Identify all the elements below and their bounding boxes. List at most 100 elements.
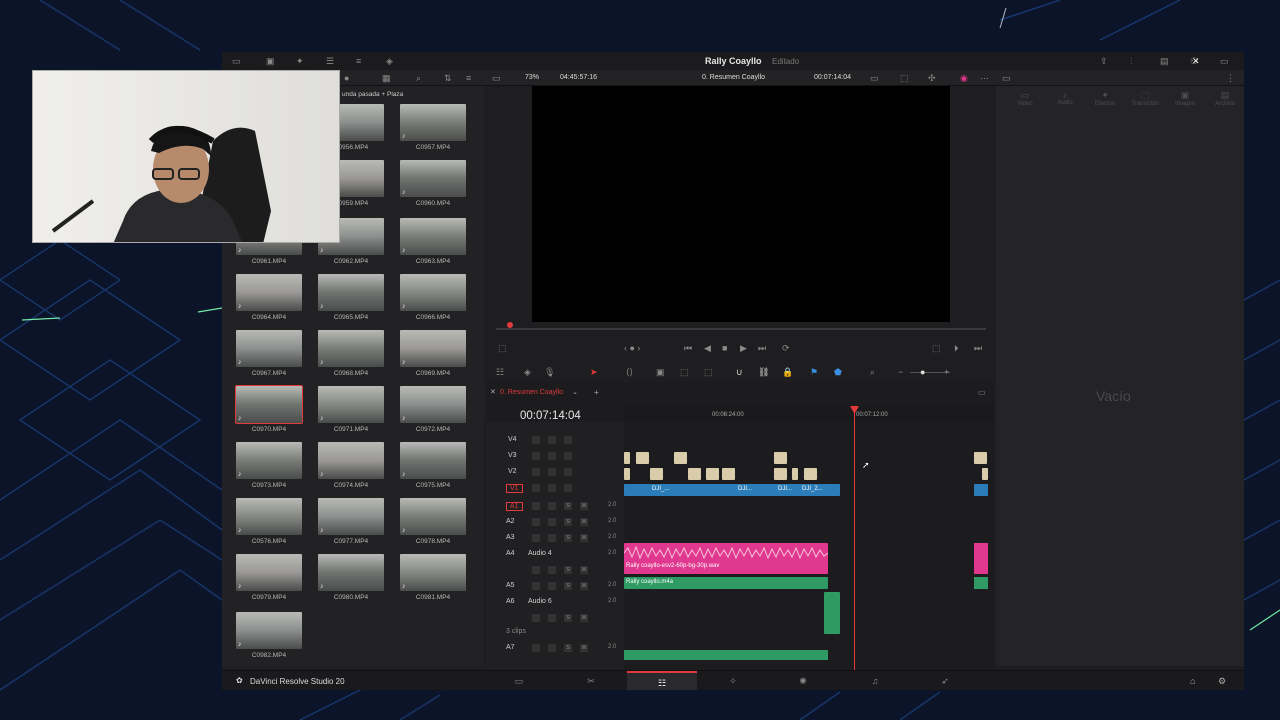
jog-icon[interactable]: ‹ ● ›: [624, 343, 640, 353]
search-icon[interactable]: ⌕: [416, 73, 421, 83]
overwrite-icon[interactable]: ⬚: [680, 367, 689, 377]
inspector-tab[interactable]: ▣ Imagen: [1170, 90, 1200, 107]
track-lock-icon[interactable]: [532, 644, 540, 652]
v1-clip[interactable]: [974, 484, 988, 496]
track-mute-icon[interactable]: M: [580, 502, 588, 510]
sound-library-icon[interactable]: ≡: [356, 56, 361, 66]
track-mute-icon[interactable]: M: [580, 582, 588, 590]
track-monitor-icon[interactable]: [564, 484, 572, 492]
metadata-icon[interactable]: ▤: [1160, 56, 1169, 66]
zoom-slider-knob-icon[interactable]: ●: [920, 367, 925, 377]
audio-track-label[interactable]: A5: [506, 582, 515, 589]
clip-thumbnail[interactable]: ♪: [318, 330, 384, 367]
track-lock-icon[interactable]: [532, 582, 540, 590]
track-camera-icon[interactable]: [548, 644, 556, 652]
clip-thumbnail[interactable]: ♪: [236, 498, 302, 535]
track-solo-icon[interactable]: S: [564, 566, 572, 574]
track-lock-icon[interactable]: [532, 484, 540, 492]
tab-dropdown-icon[interactable]: ⌄: [572, 388, 578, 396]
track-camera-icon[interactable]: [548, 582, 556, 590]
track-camera-icon[interactable]: [548, 436, 556, 444]
audio-track-label[interactable]: A7: [506, 644, 515, 651]
inspector-layout-icon[interactable]: ▭: [1002, 73, 1011, 83]
clip-thumbnail[interactable]: ♪: [318, 498, 384, 535]
clip-thumbnail[interactable]: ♪: [236, 442, 302, 479]
media-page-icon[interactable]: ▭: [484, 671, 554, 690]
track-lock-icon[interactable]: [532, 518, 540, 526]
title-clip[interactable]: [624, 452, 630, 464]
clip-thumbnail[interactable]: ♪: [400, 554, 466, 591]
color-page-icon[interactable]: ✺: [768, 671, 838, 690]
track-lock-icon[interactable]: [532, 502, 540, 510]
track-mute-icon[interactable]: M: [580, 534, 588, 542]
title-clip[interactable]: [974, 452, 987, 464]
timeline-tab[interactable]: 0. Resumen Coayllo: [500, 389, 563, 396]
zoom-icon[interactable]: ⌕: [870, 367, 875, 377]
snapping-icon[interactable]: ∪: [736, 367, 743, 377]
clip-thumbnail[interactable]: ♪: [235, 385, 303, 424]
title-clip[interactable]: [804, 468, 817, 480]
track-mute-icon[interactable]: M: [580, 518, 588, 526]
title-clip[interactable]: [982, 468, 988, 480]
inspector-tab[interactable]: ✦ Efectos: [1090, 90, 1120, 107]
a6-audio-clip[interactable]: [824, 592, 840, 634]
video-track-label[interactable]: V2: [508, 468, 517, 475]
viewer-scrubber[interactable]: [496, 328, 986, 330]
playhead-line[interactable]: [854, 406, 855, 670]
go-to-start-icon[interactable]: ⏮: [684, 343, 692, 353]
audio-track-label[interactable]: A6: [506, 598, 515, 605]
track-solo-icon[interactable]: S: [564, 644, 572, 652]
clip-thumbnail[interactable]: ♪: [236, 274, 302, 311]
video-track-label[interactable]: V1: [506, 484, 523, 493]
track-camera-icon[interactable]: [548, 518, 556, 526]
flag-icon[interactable]: ⚑: [810, 367, 818, 377]
crop-icon[interactable]: ⬚: [498, 343, 507, 353]
a4-audio-clip[interactable]: [974, 543, 988, 574]
clip-thumbnail[interactable]: ♪: [400, 104, 466, 141]
track-camera-icon[interactable]: [548, 484, 556, 492]
clip-thumbnail[interactable]: ♪: [400, 218, 466, 255]
marker-icon[interactable]: ⬟: [834, 367, 842, 377]
track-mute-icon[interactable]: M: [580, 566, 588, 574]
zoom-out-icon[interactable]: −: [898, 367, 903, 377]
video-track-label[interactable]: V3: [508, 452, 517, 459]
zoom-in-icon[interactable]: +: [944, 367, 949, 377]
play-icon[interactable]: ▶: [740, 343, 747, 353]
loop-icon[interactable]: ⟳: [782, 343, 790, 353]
go-to-end-icon[interactable]: ⏭: [758, 343, 766, 353]
magic-wand-icon[interactable]: ✦: [296, 56, 304, 66]
audio-track-name[interactable]: Audio 6: [528, 598, 552, 605]
export-icon[interactable]: ⇪: [1100, 56, 1108, 66]
clip-thumbnail[interactable]: ♪: [400, 160, 466, 197]
a5-audio-clip[interactable]: [974, 577, 988, 589]
clip-thumbnail[interactable]: ♪: [400, 330, 466, 367]
a5-audio-clip[interactable]: Rally coayllo.m4a: [624, 577, 828, 589]
timeline-options-icon[interactable]: ☷: [496, 367, 504, 377]
title-clip[interactable]: [774, 468, 787, 480]
list-view-icon[interactable]: ≡: [466, 73, 471, 83]
index-icon[interactable]: ☰: [326, 56, 334, 66]
linked-selection-icon[interactable]: ⛓: [758, 367, 769, 377]
track-lock-icon[interactable]: [532, 468, 540, 476]
audio-track-label[interactable]: A1: [506, 502, 523, 511]
deliver-page-icon[interactable]: ➶: [910, 671, 980, 690]
color-wheel-icon[interactable]: ◉: [960, 73, 968, 83]
title-clip[interactable]: [688, 468, 701, 480]
clip-thumbnail[interactable]: ♪: [318, 274, 384, 311]
effects-icon[interactable]: ▣: [266, 56, 275, 66]
media-pool-icon[interactable]: ▭: [232, 56, 241, 66]
clip-thumbnail[interactable]: ♪: [400, 442, 466, 479]
more-icon[interactable]: ⋯: [980, 73, 989, 83]
add-tab-icon[interactable]: +: [594, 388, 599, 397]
track-solo-icon[interactable]: S: [564, 518, 572, 526]
match-frame-icon[interactable]: ⬚: [932, 343, 941, 353]
scrubber-playhead[interactable]: [507, 322, 513, 328]
selection-tool-icon[interactable]: ➤: [590, 367, 598, 377]
inspector-icon[interactable]: ✕: [1192, 56, 1200, 66]
inspector-tab[interactable]: ▤ Archivo: [1210, 90, 1240, 107]
title-clip[interactable]: [792, 468, 798, 480]
track-camera-icon[interactable]: [548, 534, 556, 542]
trim-tool-icon[interactable]: ⟨⟩: [626, 367, 633, 377]
title-clip[interactable]: [624, 468, 630, 480]
grid-view-icon[interactable]: ▦: [382, 73, 391, 83]
